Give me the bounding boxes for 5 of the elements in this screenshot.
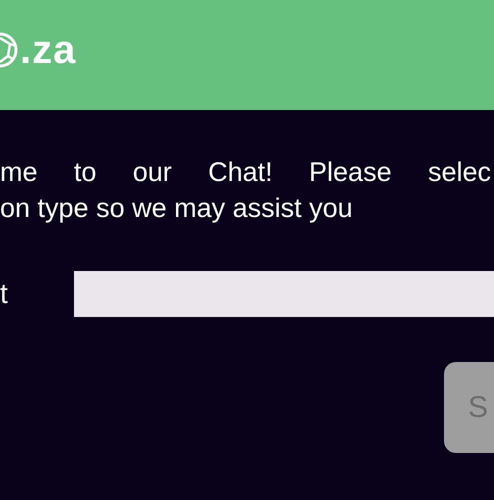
intro-text: me to our Chat! Please selec	[0, 156, 491, 189]
logo-text: .za	[20, 30, 76, 70]
intro-text: on type so we may assist you	[0, 192, 354, 225]
input-field[interactable]	[74, 271, 494, 317]
field-label: t	[0, 278, 9, 310]
